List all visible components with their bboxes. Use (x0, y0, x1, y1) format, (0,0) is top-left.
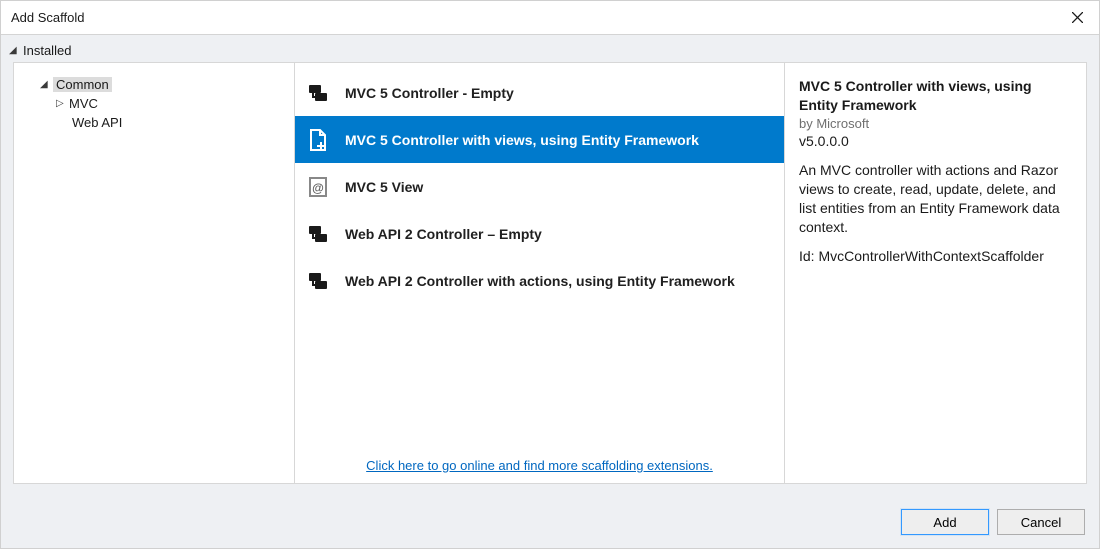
template-item[interactable]: Web API 2 Controller with actions, using… (295, 257, 784, 304)
template-item[interactable]: Web API 2 Controller – Empty (295, 210, 784, 257)
controller-icon (305, 80, 331, 106)
svg-text:@: @ (312, 181, 324, 195)
details-id: Id: MvcControllerWithContextScaffolder (799, 247, 1072, 266)
template-label: Web API 2 Controller with actions, using… (345, 273, 735, 289)
details-pane: MVC 5 Controller with views, using Entit… (785, 62, 1087, 484)
tree-item-mvc[interactable]: ▷ MVC (24, 94, 284, 113)
template-label: Web API 2 Controller – Empty (345, 226, 542, 242)
category-bar: ◢ Installed (1, 35, 1099, 62)
collapse-icon: ◢ (9, 45, 17, 56)
template-item[interactable]: MVC 5 Controller with views, using Entit… (295, 116, 784, 163)
dialog-body: ◢ Common ▷ MVC Web API (1, 62, 1099, 496)
titlebar: Add Scaffold (1, 1, 1099, 35)
add-scaffold-dialog: Add Scaffold ◢ Installed ◢ Common (0, 0, 1100, 549)
template-list-pane: MVC 5 Controller - Empty MVC 5 Controlle… (295, 62, 785, 484)
template-item[interactable]: @ MVC 5 View (295, 163, 784, 210)
tree-label: Web API (72, 115, 122, 130)
expand-icon: ▷ (56, 98, 64, 109)
page-plus-icon (305, 127, 331, 153)
window-title: Add Scaffold (11, 10, 1055, 25)
tree-label: Common (56, 77, 109, 92)
close-icon (1072, 12, 1083, 23)
details-id-value: MvcControllerWithContextScaffolder (818, 248, 1043, 264)
template-list: MVC 5 Controller - Empty MVC 5 Controlle… (295, 63, 784, 450)
extensions-link[interactable]: Click here to go online and find more sc… (366, 458, 713, 473)
expand-icon: ◢ (40, 79, 48, 90)
controller-icon (305, 268, 331, 294)
template-label: MVC 5 Controller - Empty (345, 85, 514, 101)
extensions-link-row: Click here to go online and find more sc… (295, 450, 784, 483)
dialog-footer: Add Cancel (1, 496, 1099, 548)
details-author: by Microsoft (799, 115, 1072, 133)
tree-item-common-wrap[interactable]: ◢ Common (38, 75, 284, 94)
details-version: v5.0.0.0 (799, 132, 1072, 151)
close-button[interactable] (1055, 1, 1099, 34)
installed-label: Installed (23, 43, 71, 58)
template-item[interactable]: MVC 5 Controller - Empty (295, 69, 784, 116)
tree-item-common: Common (53, 77, 112, 92)
view-at-icon: @ (305, 174, 331, 200)
details-description: An MVC controller with actions and Razor… (799, 161, 1072, 237)
details-title: MVC 5 Controller with views, using Entit… (799, 77, 1072, 115)
template-label: MVC 5 Controller with views, using Entit… (345, 132, 699, 148)
installed-category[interactable]: ◢ Installed (9, 43, 71, 58)
controller-icon (305, 221, 331, 247)
tree-label: MVC (69, 96, 98, 111)
cancel-button[interactable]: Cancel (997, 509, 1085, 535)
add-button[interactable]: Add (901, 509, 989, 535)
tree-pane: ◢ Common ▷ MVC Web API (13, 62, 295, 484)
template-label: MVC 5 View (345, 179, 423, 195)
details-id-label: Id: (799, 248, 815, 264)
tree-item-webapi[interactable]: Web API (24, 113, 284, 132)
